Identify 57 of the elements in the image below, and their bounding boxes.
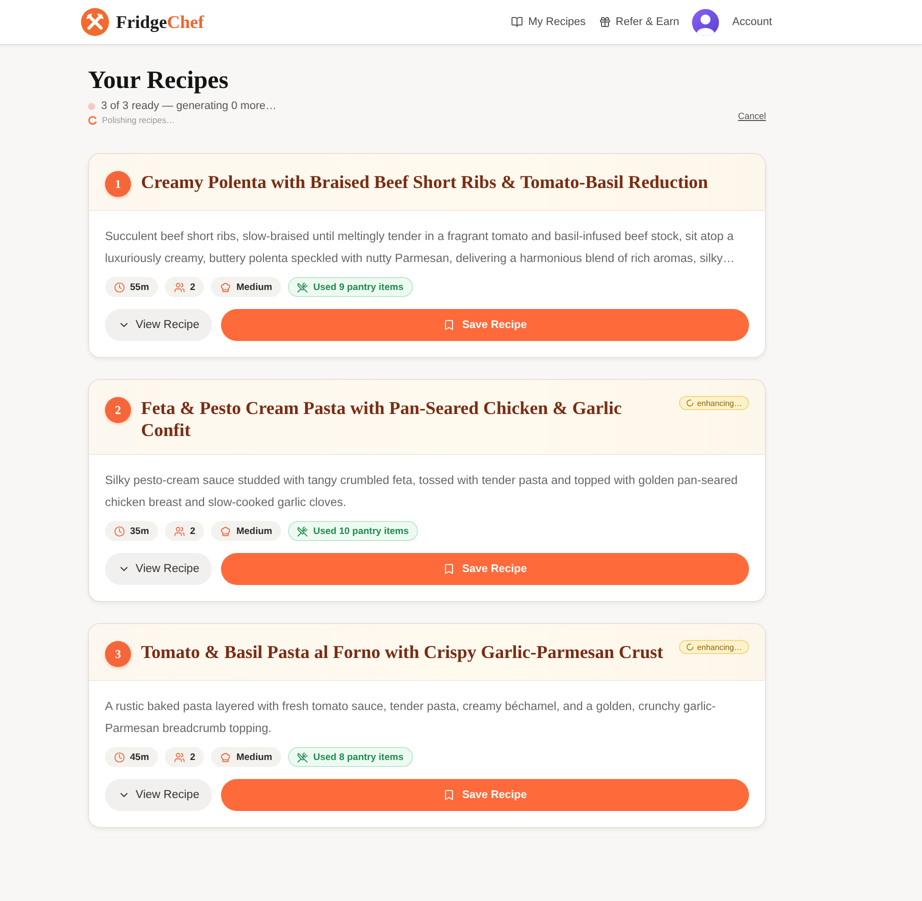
- servings-tag: 2: [165, 521, 204, 541]
- avatar-icon[interactable]: [692, 8, 720, 36]
- cancel-link[interactable]: Cancel: [738, 111, 766, 121]
- chef-hat-icon: [220, 282, 232, 292]
- people-icon: [174, 282, 186, 292]
- servings-tag: 2: [165, 747, 204, 767]
- recipe-title: Feta & Pesto Cream Pasta with Pan-Seared Chicken & Garlic Confit: [141, 397, 623, 441]
- cook-time-tag: 45m: [105, 747, 158, 767]
- account-link[interactable]: Account: [732, 16, 772, 28]
- loading-icon: [686, 399, 694, 407]
- chef-hat-icon: [220, 526, 232, 536]
- difficulty-tag: Medium: [211, 277, 282, 297]
- pantry-items-tag: Used 10 pantry items: [288, 521, 418, 541]
- recipe-description: Succulent beef short ribs, slow-braised until meltingly tender in a fragrant tomato and basil-infused beef stock, sit atop a luxuriously creamy, buttery polenta speckled with nutty Parmesan, delivering a harmonious blend of rich aromas, silky…: [105, 228, 736, 267]
- clock-icon: [114, 282, 125, 292]
- clock-icon: [114, 526, 125, 536]
- crossed-utensils-icon: [297, 526, 308, 536]
- recipe-number: 2: [105, 397, 131, 423]
- enhancing-badge: enhancing…: [679, 396, 749, 410]
- polishing-status-text: Polishing recipes…: [102, 115, 175, 125]
- recipe-description: A rustic baked pasta layered with fresh tomato sauce, tender pasta, creamy béchamel, and a golden, crunchy garlic-Parmesan breadcrumb topping.: [105, 698, 717, 737]
- spinner-icon: [88, 116, 97, 124]
- recipe-title: Creamy Polenta with Braised Beef Short Ribs & Tomato-Basil Reduction: [141, 171, 710, 193]
- servings-tag: 2: [165, 277, 204, 297]
- cook-time-tag: 55m: [105, 277, 158, 297]
- people-icon: [174, 526, 186, 536]
- nav-link[interactable]: Refer & Earn: [598, 16, 680, 28]
- loading-icon: [686, 643, 694, 651]
- bookmark-icon: [443, 789, 456, 801]
- view-recipe-button[interactable]: View Recipe: [105, 553, 212, 585]
- chef-hat-icon: [220, 752, 232, 762]
- pantry-items-tag: Used 9 pantry items: [288, 277, 412, 297]
- status-dot-icon: [88, 102, 95, 110]
- progress-status-text: 3 of 3 ready — generating 0 more…: [101, 100, 276, 112]
- difficulty-tag: Medium: [211, 747, 282, 767]
- recipe-number: 1: [105, 171, 131, 197]
- difficulty-tag: Medium: [211, 521, 282, 541]
- crossed-utensils-icon: [297, 752, 308, 762]
- pantry-items-tag: Used 8 pantry items: [288, 747, 412, 767]
- logo-icon: [81, 8, 109, 36]
- brand-name: FridgeChef: [116, 12, 204, 32]
- page-title: Your Recipes: [88, 67, 230, 95]
- recipe-title: Tomato & Basil Pasta al Forno with Crispy Garlic-Parmesan Crust: [141, 641, 664, 663]
- recipe-description: Silky pesto-cream sauce studded with tangy crumbled feta, tossed with tender pasta and topped with golden pan-seared chicken breast and slow-cooked garlic cloves.: [105, 472, 739, 511]
- bookmark-icon: [443, 563, 456, 575]
- view-recipe-button[interactable]: View Recipe: [105, 779, 212, 811]
- gift-icon: [598, 16, 611, 28]
- clock-icon: [114, 752, 125, 762]
- book-icon: [511, 16, 524, 28]
- people-icon: [174, 752, 186, 762]
- crossed-utensils-icon: [297, 282, 308, 292]
- enhancing-badge: enhancing…: [679, 640, 749, 654]
- recipe-number: 3: [105, 641, 131, 667]
- nav-link[interactable]: My Recipes: [511, 16, 586, 28]
- view-recipe-button[interactable]: View Recipe: [105, 309, 212, 341]
- bookmark-icon: [443, 319, 456, 331]
- cook-time-tag: 35m: [105, 521, 158, 541]
